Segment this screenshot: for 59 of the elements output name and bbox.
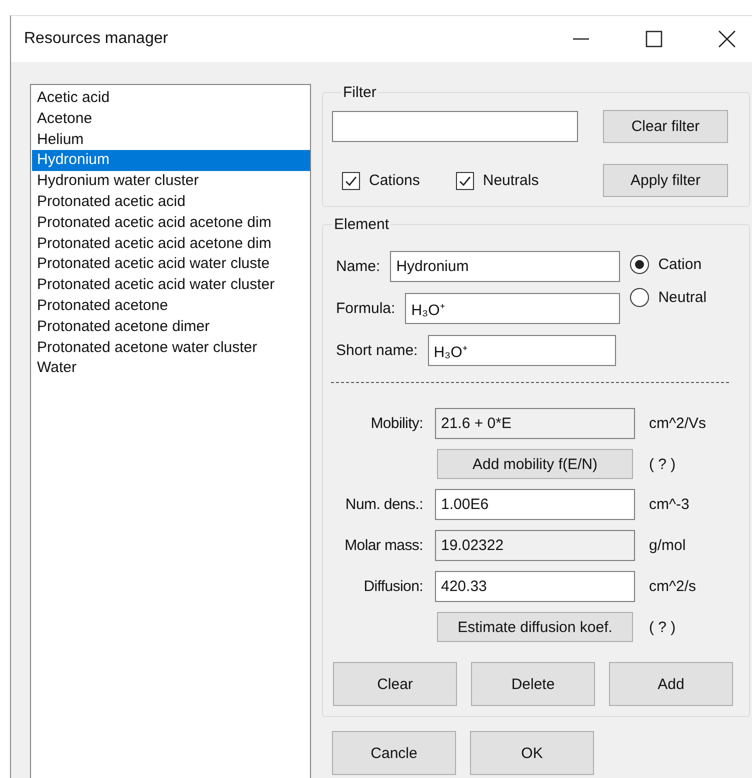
field-label: Mobility: — [370, 415, 423, 432]
apply-filter-button[interactable]: Apply filter — [603, 164, 728, 197]
minimize-icon — [572, 38, 590, 40]
list-item[interactable]: Hydronium — [32, 150, 310, 172]
radio-label: Cation — [658, 256, 702, 273]
action-button[interactable]: Estimate diffusion koef. — [437, 612, 633, 642]
action-button[interactable]: Delete — [471, 662, 595, 706]
dialog-button[interactable]: OK — [470, 731, 594, 775]
group-label: Filter — [342, 84, 378, 101]
list-item[interactable]: Acetic acid — [32, 88, 310, 109]
field-label: Num. dens.: — [344, 496, 423, 513]
unit-label: cm^-3 — [648, 496, 690, 513]
clear-filter-button[interactable]: Clear filter — [603, 110, 728, 143]
input-field[interactable]: H₃O⁺ — [428, 335, 616, 366]
input-field[interactable]: Hydronium — [390, 251, 620, 282]
checkbox[interactable] — [342, 172, 360, 190]
list-item[interactable]: Protonated acetic acid acetone dim — [32, 234, 310, 254]
filter-field[interactable] — [332, 111, 578, 142]
list-item[interactable]: Protonated acetone — [32, 296, 310, 317]
input-field[interactable]: 1.00E6 — [435, 489, 635, 520]
list-item[interactable]: Helium — [32, 130, 310, 150]
list-item[interactable]: Protonated acetone dimer — [32, 316, 310, 338]
action-button[interactable]: Add mobility f(E/N) — [437, 449, 633, 479]
list-item[interactable]: Hydronium water cluster — [32, 171, 310, 192]
action-button[interactable]: Clear — [333, 662, 457, 706]
input-field[interactable]: 21.6 + 0*E — [435, 408, 635, 439]
dialog-button[interactable]: Cancle — [332, 731, 456, 775]
action-button[interactable]: Add — [609, 662, 733, 706]
help-link[interactable]: ( ? ) — [647, 618, 749, 636]
unit-label: cm^2/Vs — [648, 415, 708, 432]
help-link[interactable]: ( ? ) — [647, 456, 749, 472]
list-item[interactable]: Protonated acetic acid acetone dim — [32, 212, 310, 234]
field-label: Name: — [336, 258, 380, 275]
input-field[interactable]: 420.33 — [435, 571, 635, 602]
resource-list[interactable] — [30, 84, 311, 778]
list-item[interactable]: Protonated acetic acid water cluster — [32, 275, 310, 296]
unit-label: g/mol — [648, 537, 687, 554]
input-field[interactable]: H₃O⁺ — [405, 293, 620, 324]
list-item[interactable]: Acetone — [32, 108, 310, 130]
field-label: Diffusion: — [362, 578, 423, 595]
radio-label: Neutral — [658, 289, 707, 306]
checkbox[interactable] — [456, 172, 474, 190]
unit-label: cm^2/s — [648, 578, 698, 595]
checkbox-label: Neutrals — [482, 172, 539, 189]
field-label: Formula: — [336, 300, 396, 317]
field-label: Molar mass: — [344, 537, 423, 554]
input-field[interactable]: 19.02322 — [435, 530, 635, 561]
list-item[interactable]: Protonated acetic acid — [32, 192, 310, 213]
list-item[interactable]: Water — [32, 358, 310, 380]
list-item[interactable]: Protonated acetic acid water cluste — [32, 254, 310, 276]
radio-button[interactable] — [630, 288, 650, 307]
field-label: Short name: — [336, 342, 418, 359]
close-icon — [718, 30, 736, 48]
radio-button[interactable] — [630, 255, 650, 274]
group-label: Element — [333, 216, 390, 233]
window-title: Resources manager — [24, 30, 168, 48]
maximize-icon — [645, 30, 663, 48]
checkbox-label: Cations — [369, 172, 420, 189]
list-item[interactable]: Protonated acetone water cluster — [32, 338, 310, 358]
